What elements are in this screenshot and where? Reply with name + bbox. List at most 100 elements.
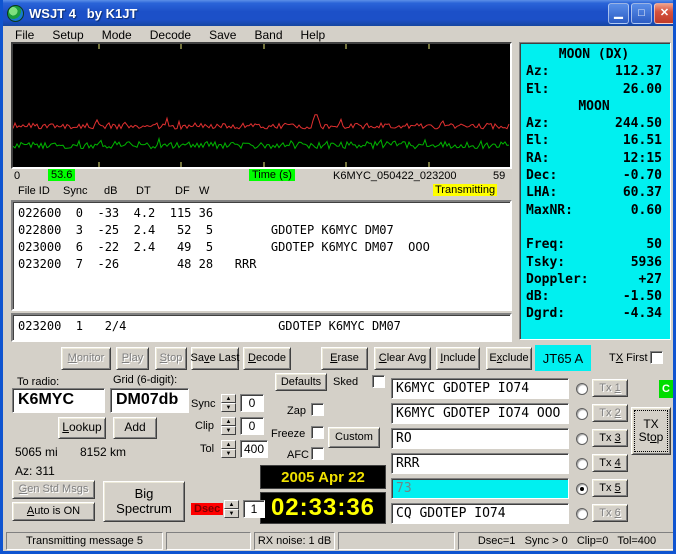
afc-checkbox[interactable] xyxy=(311,447,324,460)
dsec-value[interactable]: 1 xyxy=(243,500,265,518)
clip-stepper[interactable]: ▲▼ xyxy=(221,417,236,435)
sync-value[interactable]: 0 xyxy=(240,394,264,412)
zap-label: Zap xyxy=(287,405,306,417)
col-dt: DT xyxy=(136,185,151,197)
clear-avg-button[interactable]: Clear Avg xyxy=(374,347,431,370)
down-arrow-icon[interactable]: ▼ xyxy=(221,449,236,458)
tx-message-4[interactable]: RRR xyxy=(391,453,569,474)
tx-message-5[interactable]: 73 xyxy=(391,478,569,499)
add-button[interactable]: Add xyxy=(113,417,157,439)
average-text-area[interactable]: 023200 1 2/4 GDOTEP K6MYC DM07 xyxy=(11,313,512,342)
menu-mode[interactable]: Mode xyxy=(93,27,141,43)
minimize-button[interactable]: ▁ xyxy=(608,3,629,24)
exclude-button[interactable]: Exclude xyxy=(486,347,532,370)
up-arrow-icon[interactable]: ▲ xyxy=(221,394,236,403)
decode-row: 022600 0 -33 4.2 115 36 xyxy=(18,205,510,222)
tol-value[interactable]: 400 xyxy=(240,440,268,458)
azimuth-label: Az: 311 xyxy=(15,464,55,478)
c-indicator: C xyxy=(659,380,673,398)
col-file-id: File ID xyxy=(18,185,50,197)
average-row: 023200 1 2/4 GDOTEP K6MYC DM07 xyxy=(18,318,510,335)
moon-lha: LHA:60.37 xyxy=(526,184,662,201)
menu-file[interactable]: File xyxy=(6,27,43,43)
title-bar: WSJT 4 by K1JT ▁ □ ✕ xyxy=(3,0,676,26)
decode-button[interactable]: Decode xyxy=(243,347,291,370)
col-w: W xyxy=(199,185,209,197)
tx6-button[interactable]: Tx 6 xyxy=(592,504,628,522)
big-spectrum-button[interactable]: Big Spectrum xyxy=(103,481,185,522)
tx-radio-3[interactable] xyxy=(576,433,588,445)
clip-value[interactable]: 0 xyxy=(240,417,264,435)
tx-first-checkbox[interactable] xyxy=(650,351,663,364)
spectrum-display[interactable] xyxy=(11,42,512,169)
menu-bar: File Setup Mode Decode Save Band Help xyxy=(6,26,676,43)
menu-help[interactable]: Help xyxy=(292,27,335,43)
date-display: 2005 Apr 22 xyxy=(260,465,386,489)
tx2-button[interactable]: Tx 2 xyxy=(592,404,628,422)
status-message: Transmitting message 5 xyxy=(6,532,163,550)
monitor-button[interactable]: Monitor xyxy=(61,347,111,370)
window-title: WSJT 4 by K1JT xyxy=(29,6,606,21)
tx-message-3[interactable]: RO xyxy=(391,428,569,449)
tx-radio-2[interactable] xyxy=(576,408,588,420)
menu-band[interactable]: Band xyxy=(245,27,291,43)
grid-input[interactable]: DM07db xyxy=(110,388,189,413)
mode-indicator: JT65 A xyxy=(535,345,591,371)
close-button[interactable]: ✕ xyxy=(654,3,675,24)
maximize-button[interactable]: □ xyxy=(631,3,652,24)
moon-dx-az: Az:112.37 xyxy=(526,63,662,80)
zap-checkbox[interactable] xyxy=(311,403,324,416)
down-arrow-icon[interactable]: ▼ xyxy=(224,509,239,518)
auto-toggle-button[interactable]: Auto is ON xyxy=(12,502,95,521)
sync-stepper[interactable]: ▲▼ xyxy=(221,394,236,412)
down-arrow-icon[interactable]: ▼ xyxy=(221,403,236,412)
moon-spacer xyxy=(526,219,662,236)
up-arrow-icon[interactable]: ▲ xyxy=(224,500,239,509)
freeze-checkbox[interactable] xyxy=(311,426,324,439)
moon-ra: RA:12:15 xyxy=(526,150,662,167)
status-empty-2 xyxy=(338,532,455,550)
sked-checkbox[interactable] xyxy=(372,375,385,388)
menu-decode[interactable]: Decode xyxy=(141,27,200,43)
save-last-button[interactable]: Save Last xyxy=(191,347,239,370)
status-rx-noise: RX noise: 1 dB xyxy=(254,532,335,550)
gen-std-msgs-button[interactable]: Gen Std Msgs xyxy=(12,480,95,499)
tol-stepper[interactable]: ▲▼ xyxy=(221,440,236,458)
tx-stop-button[interactable]: TX Stop xyxy=(631,407,671,455)
tx-radio-1[interactable] xyxy=(576,383,588,395)
decode-row: 022800 3 -25 2.4 52 5 GDOTEP K6MYC DM07 xyxy=(18,222,510,239)
stop-button[interactable]: Stop xyxy=(155,347,187,370)
status-empty-1 xyxy=(166,532,251,550)
menu-setup[interactable]: Setup xyxy=(43,27,92,43)
clip-label: Clip xyxy=(195,420,214,432)
to-radio-input[interactable]: K6MYC xyxy=(12,388,105,413)
moon-doppler: Doppler:+27 xyxy=(526,271,662,288)
erase-button[interactable]: Erase xyxy=(321,347,368,370)
tx3-button[interactable]: Tx 3 xyxy=(592,429,628,447)
tx-radio-6[interactable] xyxy=(576,508,588,520)
tx-radio-5[interactable] xyxy=(576,483,588,495)
down-arrow-icon[interactable]: ▼ xyxy=(221,426,236,435)
tx5-button[interactable]: Tx 5 xyxy=(592,479,628,497)
custom-button[interactable]: Custom xyxy=(328,427,380,448)
tx-message-1[interactable]: K6MYC GDOTEP IO74 xyxy=(391,378,569,399)
col-sync: Sync xyxy=(63,185,87,197)
lookup-button[interactable]: Lookup xyxy=(58,417,106,439)
menu-save[interactable]: Save xyxy=(200,27,245,43)
to-radio-label: To radio: xyxy=(17,376,59,388)
up-arrow-icon[interactable]: ▲ xyxy=(221,440,236,449)
decoded-text-area[interactable]: 022600 0 -33 4.2 115 36 022800 3 -25 2.4… xyxy=(11,200,512,311)
defaults-button[interactable]: Defaults xyxy=(275,373,327,391)
tx-message-2[interactable]: K6MYC GDOTEP IO74 OOO xyxy=(391,403,569,424)
tx-radio-4[interactable] xyxy=(576,458,588,470)
tx4-button[interactable]: Tx 4 xyxy=(592,454,628,472)
tx1-button[interactable]: Tx 1 xyxy=(592,379,628,397)
up-arrow-icon[interactable]: ▲ xyxy=(221,417,236,426)
signal-traces xyxy=(13,44,510,167)
decode-row: 023200 7 -26 48 28 RRR xyxy=(18,256,510,273)
dsec-stepper[interactable]: ▲▼ xyxy=(224,500,239,518)
tx-message-6[interactable]: CQ GDOTEP IO74 xyxy=(391,503,569,524)
play-button[interactable]: Play xyxy=(116,347,149,370)
include-button[interactable]: Include xyxy=(436,347,480,370)
close-icon: ✕ xyxy=(660,8,669,19)
